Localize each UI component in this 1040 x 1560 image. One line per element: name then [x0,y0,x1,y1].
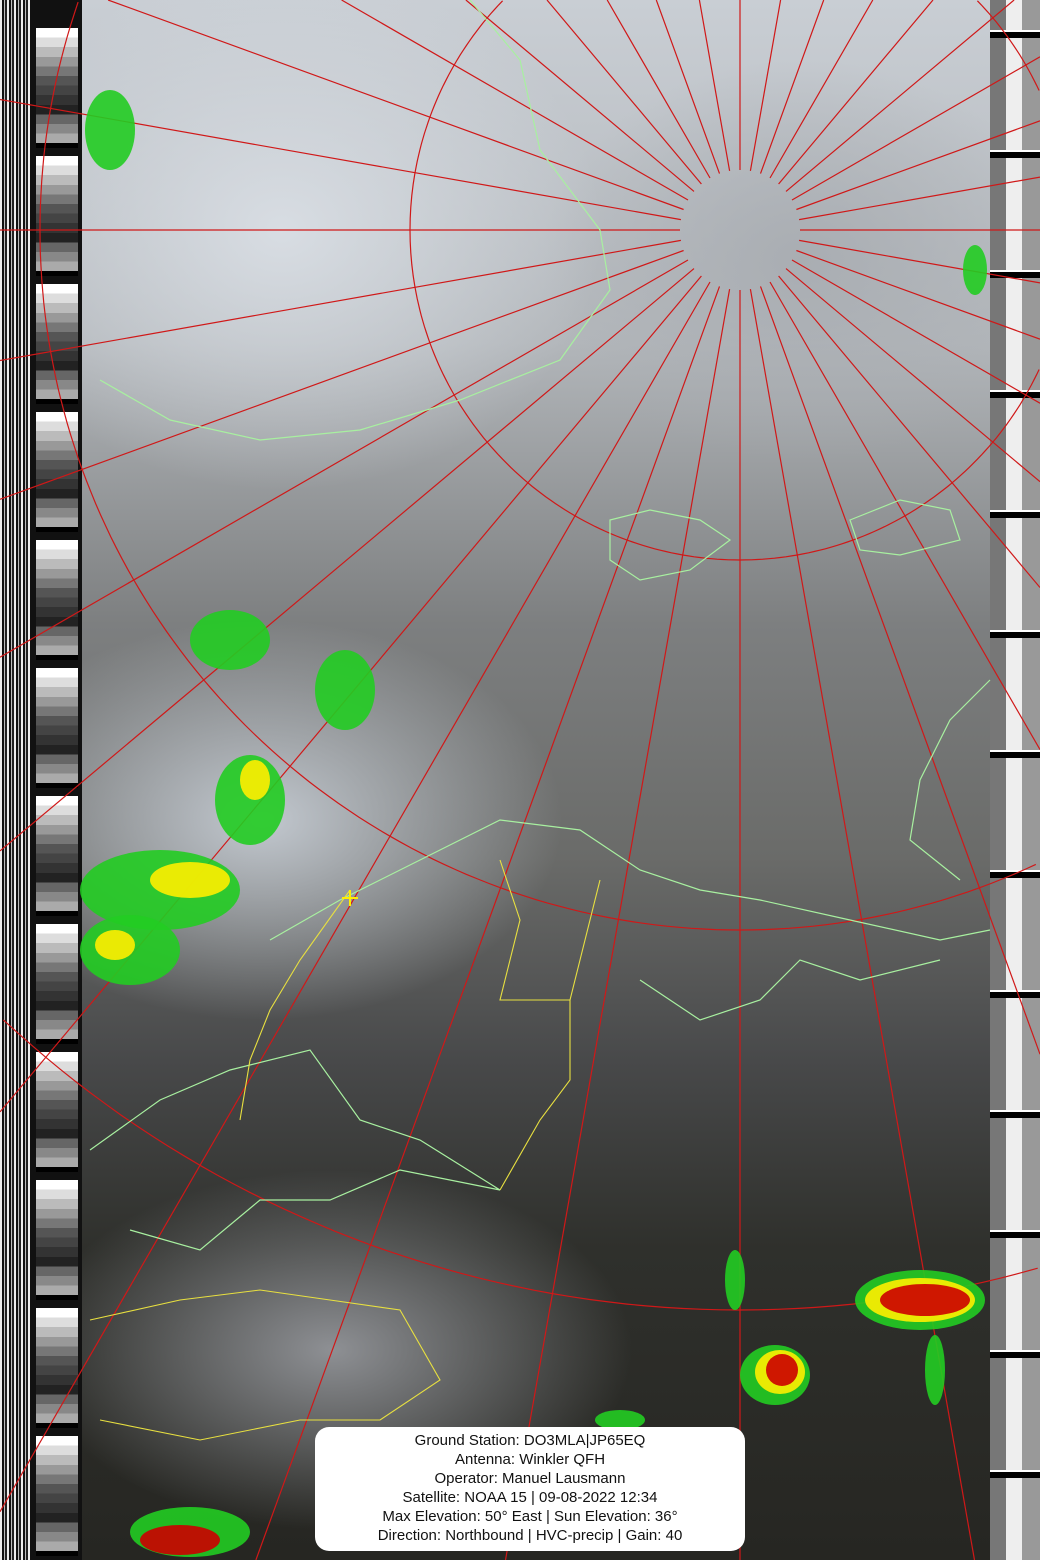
meridian-line [798,239,1040,284]
meridian-line [465,0,695,192]
precipitation-cell [725,1250,745,1310]
meridian-line [0,249,684,500]
meridian-line [778,0,934,185]
direction-text: Direction: Northbound | HVC-precip | Gai… [377,1527,683,1544]
meridian-line [798,176,1040,221]
operator-text: Operator: Manuel Lausmann [434,1470,626,1487]
precipitation-overlay [80,90,987,1557]
meridian-line [785,0,1015,192]
latitude-circle [2,1019,1038,1311]
precipitation-cell [85,90,135,170]
precipitation-cell [190,610,270,670]
meridian-line [698,0,731,172]
precipitation-cell [240,760,270,800]
precipitation-cell [315,650,375,730]
precipitation-cell [95,930,135,960]
map-overlay [0,0,1040,1560]
meridian-line [791,56,1040,201]
satellite-image: Ground Station: DO3MLA|JP65EQ Antenna: W… [0,0,1040,1560]
satellite-text: Satellite: NOAA 15 | 09-08-2022 12:34 [402,1489,658,1506]
meridian-line [769,0,874,179]
precipitation-cell [925,1335,945,1405]
meridian-line [0,239,682,362]
ground-station-text: Ground Station: DO3MLA|JP65EQ [414,1432,646,1449]
lat-lon-grid [0,0,1040,1560]
meridian-line [504,288,731,1560]
antenna-text: Antenna: Winkler QFH [454,1451,606,1468]
precipitation-cell [880,1284,970,1316]
meridian-line [796,120,1040,211]
meridian-line [546,0,702,185]
meridian-line [759,286,1040,1055]
meridian-line [759,0,825,174]
meridian-line [749,0,782,172]
meridian-line [0,268,695,852]
meridian-line [606,0,711,179]
precipitation-cell [963,245,987,295]
meridian-line [255,286,721,1560]
precipitation-cell [766,1354,798,1386]
latitude-circle [409,0,1040,561]
meridian-line [769,281,1040,750]
meridian-line [655,0,721,174]
meridian-line [341,0,689,201]
meridian-line [0,259,689,658]
precipitation-cell [150,862,230,898]
precipitation-cell [140,1525,220,1555]
meridian-line [796,249,1040,340]
info-box: Ground Station: DO3MLA|JP65EQ Antenna: W… [315,1427,745,1551]
meridian-line [791,259,1040,404]
elevation-text: Max Elevation: 50° East | Sun Elevation:… [382,1508,678,1525]
